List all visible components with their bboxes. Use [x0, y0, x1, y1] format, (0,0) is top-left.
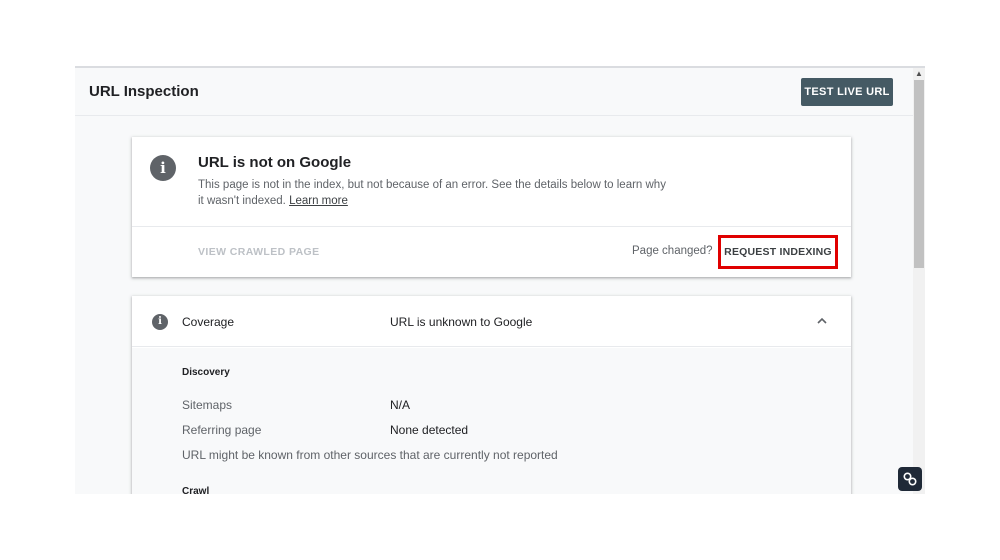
index-status-card: i URL is not on Google This page is not …	[132, 137, 851, 277]
view-crawled-page-button[interactable]: VIEW CRAWLED PAGE	[198, 246, 320, 258]
learn-more-link[interactable]: Learn more	[289, 195, 348, 207]
status-description-text: This page is not in the index, but not b…	[198, 179, 666, 207]
page-changed-label: Page changed?	[632, 245, 713, 257]
chevron-up-icon[interactable]	[812, 311, 832, 331]
request-indexing-button[interactable]: REQUEST INDEXING	[718, 235, 838, 269]
page-title: URL Inspection	[89, 83, 199, 100]
link-icon[interactable]	[898, 467, 922, 491]
info-icon: i	[150, 155, 176, 181]
status-title: URL is not on Google	[198, 154, 352, 171]
test-live-url-button[interactable]: TEST LIVE URL	[801, 78, 893, 106]
status-divider	[132, 226, 851, 227]
scroll-thumb[interactable]	[914, 80, 924, 268]
scroll-up-arrow-icon[interactable]: ▲	[913, 68, 925, 80]
coverage-value: URL is unknown to Google	[390, 315, 533, 329]
discovery-heading: Discovery	[182, 367, 230, 378]
panel-header: URL Inspection TEST LIVE URL	[75, 68, 913, 116]
scrollbar[interactable]: ▲	[913, 68, 925, 494]
coverage-card: i Coverage URL is unknown to Google Disc…	[132, 296, 851, 494]
sitemaps-value: N/A	[390, 398, 411, 412]
referring-page-value: None detected	[390, 423, 469, 437]
sitemaps-label: Sitemaps	[182, 398, 233, 412]
coverage-details: Discovery Sitemaps N/A Referring page No…	[132, 348, 851, 494]
referring-page-label: Referring page	[182, 423, 262, 437]
info-icon: i	[152, 314, 168, 330]
url-inspection-panel: URL Inspection TEST LIVE URL i URL is no…	[75, 66, 925, 494]
coverage-row[interactable]: i Coverage URL is unknown to Google	[132, 296, 851, 347]
status-description: This page is not in the index, but not b…	[198, 177, 668, 209]
crawl-heading: Crawl	[182, 486, 210, 494]
coverage-label: Coverage	[182, 315, 235, 329]
discovery-note: URL might be known from other sources th…	[182, 448, 558, 462]
